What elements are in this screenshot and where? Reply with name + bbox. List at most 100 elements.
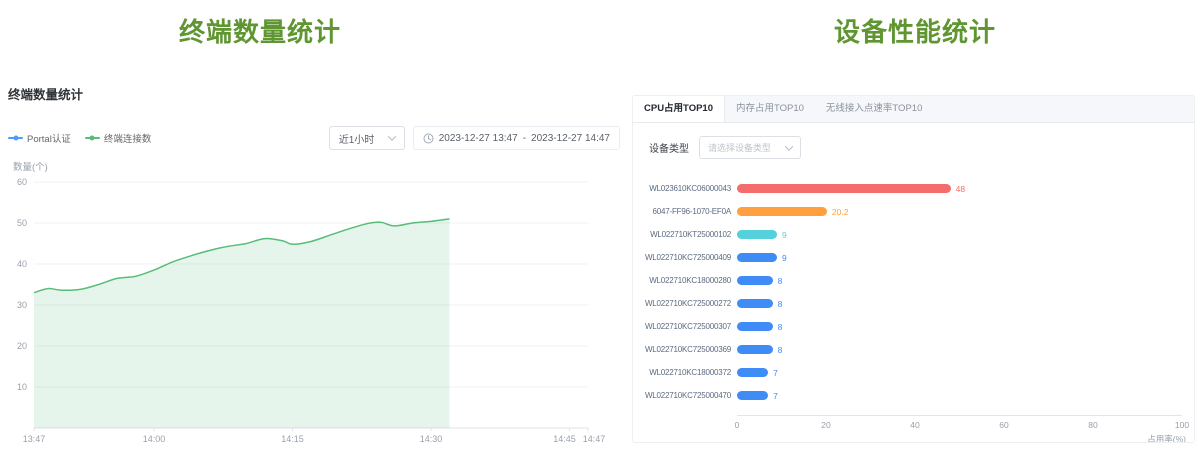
date-separator: -: [523, 133, 526, 144]
bar[interactable]: [737, 184, 951, 193]
left-panel-title: 终端数量统计: [0, 12, 520, 49]
filter-row: 设备类型 请选择设备类型: [649, 136, 1194, 159]
svg-text:14:00: 14:00: [143, 434, 166, 444]
bar-value-label: 8: [778, 345, 783, 355]
bar-value-label: 48: [956, 184, 965, 194]
bar[interactable]: [737, 230, 777, 239]
bar[interactable]: [737, 253, 777, 262]
svg-text:14:47: 14:47: [583, 434, 606, 444]
y-axis-title: 数量(个): [13, 159, 48, 173]
svg-text:20: 20: [17, 341, 27, 351]
tab-0[interactable]: CPU占用TOP10: [633, 96, 725, 122]
bar-row: WL022710KC725000272 8: [641, 292, 1182, 315]
legend-marker-icon: [85, 135, 100, 141]
bar-row: WL022710KC725000470 7: [641, 384, 1182, 407]
bar-track: 8: [737, 345, 1182, 354]
clock-icon: [423, 133, 434, 144]
bar-value-label: 7: [773, 368, 778, 378]
svg-text:40: 40: [17, 259, 27, 269]
bar-track: 8: [737, 276, 1182, 285]
chevron-down-icon: [785, 142, 793, 150]
bar-value-label: 9: [782, 230, 787, 240]
dashboard: 终端数量统计 终端数量统计 Portal认证 终端连接数 近1小时 2023-12…: [0, 0, 1200, 456]
x-axis-title: 占用率(%): [1147, 433, 1186, 443]
tab-bar: CPU占用TOP10内存占用TOP10无线接入点速率TOP10: [633, 96, 1194, 123]
bar-category-label: WL022710KC725000369: [641, 345, 731, 354]
bar-row: 6047-FF96-1070-EF0A 20.2: [641, 200, 1182, 223]
bar-row: WL022710KC18000372 7: [641, 361, 1182, 384]
bar-category-label: WL022710KC725000272: [641, 299, 731, 308]
bar-row: WL023610KC06000043 48: [641, 177, 1182, 200]
bar-row: WL022710KC725000409 9: [641, 246, 1182, 269]
legend-label: 终端连接数: [104, 131, 152, 145]
bar-track: 7: [737, 391, 1182, 400]
bar-track: 20.2: [737, 207, 1182, 216]
device-type-placeholder: 请选择设备类型: [708, 141, 771, 154]
bar-value-label: 7: [773, 391, 778, 401]
svg-text:60: 60: [17, 177, 27, 187]
bar[interactable]: [737, 322, 773, 331]
bar[interactable]: [737, 368, 768, 377]
date-start: 2023-12-27 13:47: [439, 133, 518, 144]
chevron-down-icon: [387, 132, 395, 140]
bar-category-label: 6047-FF96-1070-EF0A: [641, 207, 731, 216]
time-range-value: 近1小时: [339, 131, 375, 146]
svg-text:30: 30: [17, 300, 27, 310]
x-tick-label: 0: [735, 420, 740, 430]
bar-track: 8: [737, 322, 1182, 331]
legend-marker-icon: [8, 135, 23, 141]
time-range-select[interactable]: 近1小时: [329, 126, 405, 150]
terminal-area-chart[interactable]: 60 50 40 30 20 10 13:47 14:00 14:15 14:30 14:45 14:…: [4, 172, 616, 454]
bar[interactable]: [737, 207, 827, 216]
bar-track: 8: [737, 299, 1182, 308]
bar-category-label: WL022710KC725000409: [641, 253, 731, 262]
svg-text:50: 50: [17, 218, 27, 228]
tab-2[interactable]: 无线接入点速率TOP10: [815, 96, 933, 122]
svg-text:14:15: 14:15: [281, 434, 304, 444]
bar-category-label: WL022710KC725000307: [641, 322, 731, 331]
bar-track: 9: [737, 230, 1182, 239]
device-type-select[interactable]: 请选择设备类型: [699, 136, 801, 159]
bar-category-label: WL022710KC18000372: [641, 368, 731, 377]
x-tick-label: 40: [910, 420, 919, 430]
bar-category-label: WL022710KT25000102: [641, 230, 731, 239]
bar-row: WL022710KT25000102 9: [641, 223, 1182, 246]
time-controls: 近1小时 2023-12-27 13:47 - 2023-12-27 14:47: [329, 126, 620, 150]
legend-label: Portal认证: [27, 131, 71, 145]
x-tick-label: 60: [999, 420, 1008, 430]
date-end: 2023-12-27 14:47: [531, 133, 610, 144]
bar-row: WL022710KC18000280 8: [641, 269, 1182, 292]
cpu-bar-chart: WL023610KC06000043 48 6047-FF96-1070-EF0A 2…: [633, 177, 1194, 407]
svg-text:14:45: 14:45: [553, 434, 576, 444]
x-axis: 020406080100占用率(%): [737, 415, 1182, 443]
bar-track: 48: [737, 184, 1182, 193]
bar-row: WL022710KC725000369 8: [641, 338, 1182, 361]
legend-item-0[interactable]: Portal认证: [8, 131, 71, 145]
legend-item-1[interactable]: 终端连接数: [85, 131, 152, 145]
svg-text:14:30: 14:30: [420, 434, 443, 444]
bar[interactable]: [737, 299, 773, 308]
right-panel-title: 设备性能统计: [630, 12, 1200, 49]
terminal-card-title: 终端数量统计: [8, 84, 83, 103]
bar-value-label: 8: [778, 322, 783, 332]
bar-category-label: WL023610KC06000043: [641, 184, 731, 193]
bar[interactable]: [737, 276, 773, 285]
x-tick-label: 80: [1088, 420, 1097, 430]
x-tick-label: 20: [821, 420, 830, 430]
svg-text:13:47: 13:47: [23, 434, 46, 444]
bar-row: WL022710KC725000307 8: [641, 315, 1182, 338]
svg-text:10: 10: [17, 382, 27, 392]
bar-value-label: 20.2: [832, 207, 849, 217]
bar[interactable]: [737, 345, 773, 354]
bar-value-label: 8: [778, 299, 783, 309]
chart-legend: Portal认证 终端连接数: [8, 131, 165, 145]
bar-value-label: 8: [778, 276, 783, 286]
bar-category-label: WL022710KC725000470: [641, 391, 731, 400]
bar-track: 7: [737, 368, 1182, 377]
bar[interactable]: [737, 391, 768, 400]
date-range-picker[interactable]: 2023-12-27 13:47 - 2023-12-27 14:47: [413, 126, 620, 150]
tab-1[interactable]: 内存占用TOP10: [725, 96, 815, 122]
bar-category-label: WL022710KC18000280: [641, 276, 731, 285]
bar-track: 9: [737, 253, 1182, 262]
chart-controls-row: Portal认证 终端连接数 近1小时 2023-12-27 13:47 - 20…: [8, 124, 620, 152]
